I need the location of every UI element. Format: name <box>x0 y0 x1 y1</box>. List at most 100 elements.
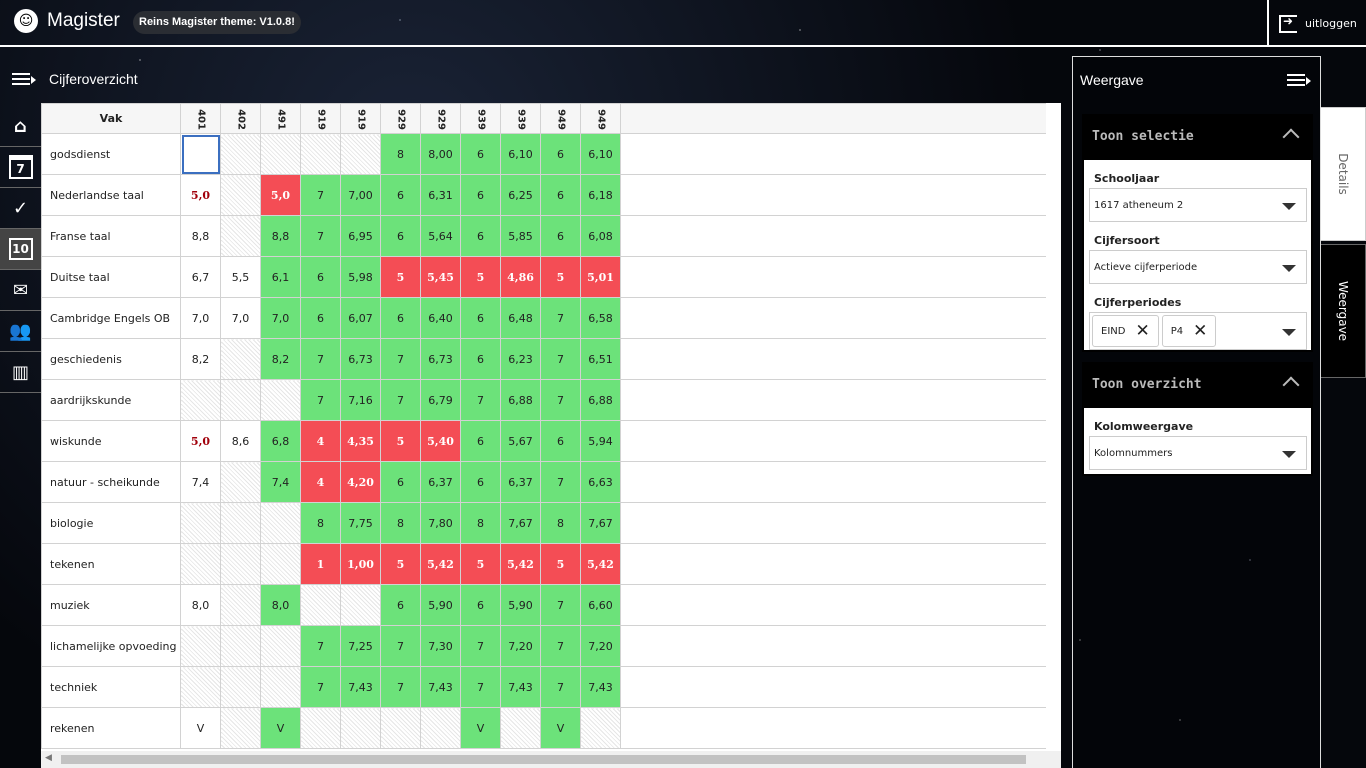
grade-cell[interactable]: 7 <box>540 666 581 708</box>
grade-cell[interactable]: 6,95 <box>340 215 381 257</box>
nav-item-mail[interactable]: ✉ <box>0 270 41 311</box>
grade-cell[interactable] <box>180 543 221 585</box>
column-header[interactable]: 401 <box>180 103 221 134</box>
column-header[interactable]: 929 <box>380 103 421 134</box>
tab-weergave[interactable]: Weergave <box>1321 244 1366 378</box>
grade-cell[interactable]: 6,23 <box>500 338 541 380</box>
grade-cell[interactable]: 7,67 <box>500 502 541 544</box>
grade-cell[interactable]: 6,37 <box>500 461 541 503</box>
cijferperiodes-multiselect[interactable]: EIND ✕ P4 ✕ <box>1089 312 1307 350</box>
remove-chip-icon[interactable]: ✕ <box>1193 321 1207 341</box>
grade-cell[interactable]: 5,45 <box>420 256 461 298</box>
grade-cell[interactable] <box>340 707 381 749</box>
grade-cell[interactable]: 4 <box>300 461 341 503</box>
grade-cell[interactable]: 7,16 <box>340 379 381 421</box>
grade-cell[interactable]: 4 <box>300 420 341 462</box>
grade-cell[interactable] <box>220 379 261 421</box>
schooljaar-select[interactable]: 1617 atheneum 2 <box>1089 188 1307 222</box>
grade-cell[interactable]: 7,0 <box>260 297 301 339</box>
grade-cell[interactable]: 6 <box>380 215 421 257</box>
grade-cell[interactable]: 8 <box>540 502 581 544</box>
grade-cell[interactable]: 4,20 <box>340 461 381 503</box>
column-header[interactable]: 949 <box>540 103 581 134</box>
overview-card-header[interactable]: Toon overzicht <box>1084 364 1311 408</box>
grade-cell[interactable] <box>260 379 301 421</box>
grade-cell[interactable]: V <box>260 707 301 749</box>
grade-cell[interactable]: 5,67 <box>500 420 541 462</box>
nav-item-people[interactable]: 👥 <box>0 311 41 352</box>
column-header[interactable]: 402 <box>220 103 261 134</box>
grade-cell[interactable]: 8,0 <box>180 584 221 626</box>
grade-cell[interactable]: 6,79 <box>420 379 461 421</box>
grade-cell[interactable]: 7,20 <box>580 625 621 667</box>
scroll-left-icon[interactable]: ◀ <box>45 753 52 763</box>
grade-cell[interactable] <box>220 174 261 216</box>
kolomweergave-select[interactable]: Kolomnummers <box>1089 436 1307 470</box>
grade-cell[interactable]: 6,37 <box>420 461 461 503</box>
column-header[interactable]: 919 <box>340 103 381 134</box>
grade-cell[interactable] <box>380 707 421 749</box>
grade-cell[interactable]: 7,25 <box>340 625 381 667</box>
grade-cell[interactable]: 6,18 <box>580 174 621 216</box>
grade-cell[interactable]: 7,4 <box>180 461 221 503</box>
grade-cell[interactable]: 8 <box>380 502 421 544</box>
grade-cell[interactable]: 7 <box>380 379 421 421</box>
grade-cell[interactable]: 7 <box>460 666 501 708</box>
grade-cell[interactable]: 8,8 <box>180 215 221 257</box>
grade-cell[interactable]: 6,1 <box>260 256 301 298</box>
grade-cell[interactable]: 6,25 <box>500 174 541 216</box>
grade-cell[interactable]: 5,64 <box>420 215 461 257</box>
grade-cell[interactable]: 5,42 <box>580 543 621 585</box>
grade-cell[interactable] <box>340 133 381 175</box>
grade-cell[interactable]: 6,73 <box>420 338 461 380</box>
grade-cell[interactable]: 6 <box>380 584 421 626</box>
collapse-chevron-icon[interactable] <box>1282 376 1300 394</box>
grade-cell[interactable]: 8,0 <box>260 584 301 626</box>
grade-cell[interactable]: 1,00 <box>340 543 381 585</box>
grade-cell[interactable]: 7,43 <box>580 666 621 708</box>
grade-cell[interactable]: 7 <box>380 625 421 667</box>
grade-cell[interactable]: 5,85 <box>500 215 541 257</box>
grade-cell[interactable]: 6,40 <box>420 297 461 339</box>
grade-cell[interactable] <box>300 707 341 749</box>
grade-cell[interactable]: 6 <box>380 297 421 339</box>
grade-cell[interactable] <box>220 502 261 544</box>
grade-cell[interactable]: 5,01 <box>580 256 621 298</box>
grade-cell[interactable]: 5,5 <box>220 256 261 298</box>
grade-cell[interactable]: 6 <box>460 338 501 380</box>
grade-cell[interactable]: 6 <box>300 256 341 298</box>
grade-cell[interactable]: 7 <box>460 379 501 421</box>
grade-cell[interactable]: 7,30 <box>420 625 461 667</box>
grade-cell[interactable]: 8 <box>380 133 421 175</box>
column-header[interactable]: 491 <box>260 103 301 134</box>
grade-cell[interactable]: 7,67 <box>580 502 621 544</box>
grade-cell[interactable] <box>180 133 221 175</box>
column-header[interactable]: 919 <box>300 103 341 134</box>
grade-cell[interactable] <box>220 543 261 585</box>
grade-cell[interactable]: 8,2 <box>180 338 221 380</box>
horizontal-scrollbar[interactable]: ◀ ▶ <box>41 751 1061 768</box>
grade-cell[interactable]: 5,42 <box>500 543 541 585</box>
horizontal-scroll-thumb[interactable] <box>61 755 1026 764</box>
grade-cell[interactable]: 7,75 <box>340 502 381 544</box>
nav-item-check[interactable]: ✓ <box>0 188 41 229</box>
grade-cell[interactable]: 5,40 <box>420 420 461 462</box>
grade-cell[interactable]: V <box>460 707 501 749</box>
grade-cell[interactable]: 6 <box>460 297 501 339</box>
grade-cell[interactable]: 6,7 <box>180 256 221 298</box>
grade-cell[interactable]: 7 <box>540 297 581 339</box>
grade-cell[interactable]: 6 <box>380 461 421 503</box>
grade-cell[interactable]: 5 <box>460 256 501 298</box>
grade-cell[interactable]: 7 <box>540 338 581 380</box>
grade-cell[interactable]: 6,63 <box>580 461 621 503</box>
grade-cell[interactable]: 6,08 <box>580 215 621 257</box>
grade-cell[interactable] <box>260 543 301 585</box>
grade-cell[interactable]: 6,51 <box>580 338 621 380</box>
grade-cell[interactable]: 6,10 <box>580 133 621 175</box>
grade-cell[interactable] <box>180 666 221 708</box>
tab-details[interactable]: Details <box>1321 107 1366 241</box>
column-header[interactable]: 949 <box>580 103 621 134</box>
nav-item-grades[interactable]: 10 <box>0 229 41 270</box>
grade-cell[interactable]: 7 <box>540 379 581 421</box>
column-header[interactable]: 939 <box>460 103 501 134</box>
